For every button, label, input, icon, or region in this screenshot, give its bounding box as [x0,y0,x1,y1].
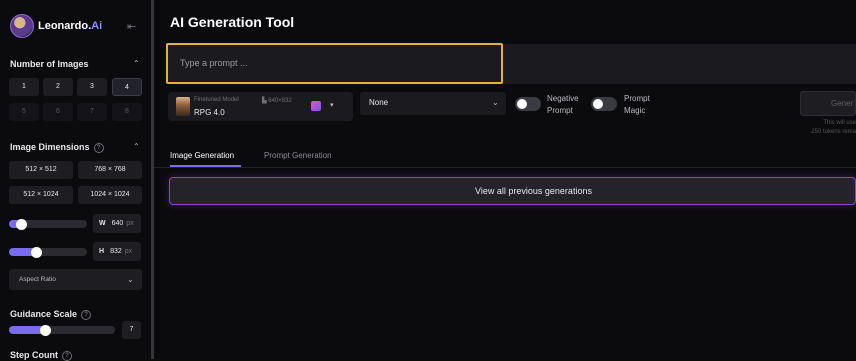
num-images-5[interactable]: 5 [9,103,39,121]
tabs-divider [154,167,856,168]
sidebar [0,0,150,359]
prompt-magic-toggle[interactable] [591,97,617,111]
negative-prompt-toggle[interactable] [515,97,541,111]
num-images-3[interactable]: 3 [77,78,107,96]
collapse-sidebar-icon[interactable]: ⇤ [127,20,136,33]
model-thumbnail [176,97,190,116]
aspect-ratio-label: Aspect Ratio [19,276,56,283]
style-select-value: None [369,98,389,107]
tab-prompt-generation[interactable]: Prompt Generation [264,151,332,160]
guidance-value[interactable]: 7 [122,321,141,339]
info-icon[interactable]: ? [62,350,72,361]
height-slider-handle[interactable] [31,246,42,258]
page-title: AI Generation Tool [170,14,295,30]
aspect-ratio-select[interactable]: Aspect Ratio ⌄ [9,269,142,290]
section-title-step-count: Step Count? [10,350,72,361]
model-dimensions: ▙ 640×832 [262,98,292,104]
preset-512x512[interactable]: 512 × 512 [9,161,73,179]
generate-token-note: This will use 250 tokens rema [811,120,856,135]
num-images-7[interactable]: 7 [77,103,107,121]
generate-button[interactable]: Gener [800,91,856,116]
chevron-up-icon[interactable]: ⌃ [133,142,140,151]
brand-logo-avatar [10,14,34,38]
model-badge-icon [311,101,321,111]
sidebar-divider[interactable] [151,0,154,359]
chevron-down-icon[interactable]: ▾ [330,101,334,109]
num-images-1[interactable]: 1 [9,78,39,96]
num-images-4[interactable]: 4 [112,78,142,96]
height-field[interactable]: H 832 px [93,242,141,261]
prompt-magic-label: Prompt Magic [624,94,650,115]
brand-name: Leonardo.Ai [38,20,103,32]
guidance-slider-handle[interactable] [40,324,51,336]
info-icon[interactable]: ? [81,309,92,320]
width-slider-handle[interactable] [16,218,27,230]
chevron-up-icon[interactable]: ⌃ [133,59,140,68]
width-field[interactable]: W 640 px [93,214,141,233]
info-icon[interactable]: ? [93,142,104,153]
num-images-6[interactable]: 6 [43,103,73,121]
negative-prompt-label: Negative Prompt [547,94,579,115]
preset-512x1024[interactable]: 512 × 1024 [9,186,73,204]
preset-768x768[interactable]: 768 × 768 [78,161,142,179]
prompt-bar-background [502,44,856,84]
prompt-placeholder: Type a prompt ... [180,58,248,68]
num-images-8[interactable]: 8 [112,103,142,121]
section-title-image-dimensions: Image Dimensions? [10,142,104,153]
width-slider[interactable] [9,218,87,230]
chevron-down-icon: ⌄ [492,98,499,107]
height-slider[interactable] [9,246,87,258]
guidance-slider[interactable] [9,324,115,336]
section-title-number-of-images: Number of Images [10,59,89,69]
section-title-guidance-scale: Guidance Scale? [10,309,92,320]
chevron-down-icon: ⌄ [127,275,134,284]
view-all-generations-label: View all previous generations [475,186,592,196]
preset-1024x1024[interactable]: 1024 × 1024 [78,186,142,204]
model-subtitle: Finetuned Model [194,97,239,103]
model-name: RPG 4.0 [194,108,225,117]
tab-image-generation[interactable]: Image Generation [170,151,234,160]
num-images-2[interactable]: 2 [43,78,73,96]
active-tab-indicator [170,165,241,167]
